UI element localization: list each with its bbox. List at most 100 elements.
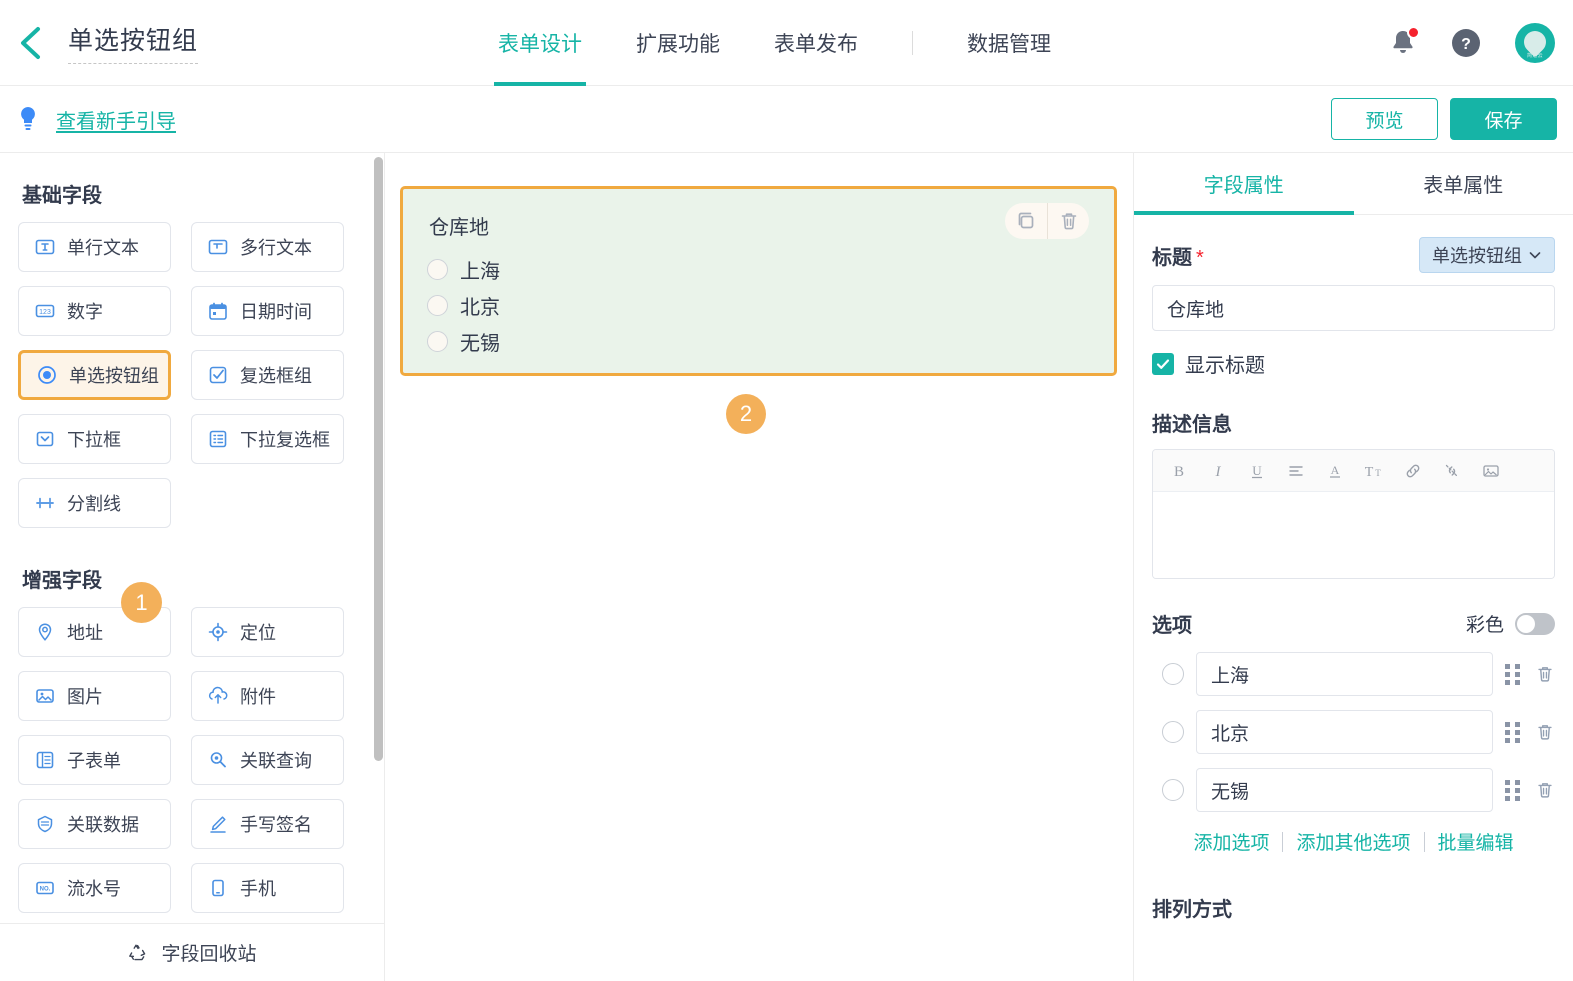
field-recycle-bin-button[interactable]: 字段回收站: [0, 923, 384, 981]
option-radio-icon[interactable]: [1162, 779, 1184, 801]
field-datetime[interactable]: 日期时间: [191, 286, 344, 336]
field-link-data[interactable]: 关联数据: [18, 799, 171, 849]
field-card-options: 上海 北京 无锡: [427, 251, 1114, 359]
field-single-line-text[interactable]: 单行文本: [18, 222, 171, 272]
recycle-bin-icon: [127, 942, 149, 964]
show-title-label: 显示标题: [1185, 349, 1265, 378]
svg-text:A: A: [1330, 463, 1339, 477]
unlink-icon[interactable]: [1432, 450, 1471, 492]
add-other-option-link[interactable]: 添加其他选项: [1296, 828, 1410, 855]
delete-field-button[interactable]: [1047, 203, 1089, 239]
tab-form-properties[interactable]: 表单属性: [1354, 153, 1573, 214]
preview-button[interactable]: 预览: [1331, 98, 1438, 140]
field-type-dropdown[interactable]: 单选按钮组: [1419, 237, 1555, 273]
radio-circle-icon[interactable]: [427, 295, 448, 316]
add-option-link[interactable]: 添加选项: [1193, 828, 1269, 855]
field-divider[interactable]: 分割线: [18, 478, 171, 528]
canvas-radio-option[interactable]: 上海: [427, 251, 1114, 287]
form-field-card[interactable]: 仓库地 上海 北京 无锡: [400, 186, 1117, 376]
field-dropdown[interactable]: 下拉框: [18, 414, 171, 464]
show-title-checkbox[interactable]: [1152, 353, 1174, 375]
notifications-button[interactable]: [1389, 28, 1417, 58]
underline-icon[interactable]: U: [1237, 450, 1276, 492]
canvas-radio-option[interactable]: 无锡: [427, 323, 1114, 359]
color-toggle[interactable]: [1515, 613, 1555, 635]
field-mobile-phone[interactable]: 手机: [191, 863, 344, 913]
field-label: 数字: [67, 298, 103, 324]
italic-icon[interactable]: I: [1198, 450, 1237, 492]
radio-circle-icon[interactable]: [427, 331, 448, 352]
field-multi-line-text[interactable]: 多行文本: [191, 222, 344, 272]
drag-handle-icon[interactable]: [1505, 722, 1523, 743]
field-signature[interactable]: 手写签名: [191, 799, 344, 849]
subbar-actions: 预览 保存: [1331, 98, 1557, 140]
insert-image-icon[interactable]: [1471, 450, 1510, 492]
field-number[interactable]: 123 数字: [18, 286, 171, 336]
link-icon[interactable]: [1393, 450, 1432, 492]
annotation-badge-2: 2: [726, 394, 766, 434]
signature-pen-icon: [207, 813, 229, 835]
avatar[interactable]: 简道云: [1515, 23, 1555, 63]
title-label-text: 标题: [1152, 247, 1192, 269]
align-left-icon[interactable]: [1276, 450, 1315, 492]
field-geolocation[interactable]: 定位: [191, 607, 344, 657]
drag-handle-icon[interactable]: [1505, 780, 1523, 801]
field-image[interactable]: 图片: [18, 671, 171, 721]
field-radio-group[interactable]: 单选按钮组: [18, 350, 171, 400]
notification-badge: [1407, 26, 1420, 39]
option-input[interactable]: 无锡: [1196, 768, 1493, 812]
tab-data-management[interactable]: 数据管理: [967, 0, 1051, 86]
field-attachment[interactable]: 附件: [191, 671, 344, 721]
svg-text:T: T: [1364, 465, 1373, 480]
option-input[interactable]: 上海: [1196, 652, 1493, 696]
font-color-icon[interactable]: A: [1315, 450, 1354, 492]
tab-extensions[interactable]: 扩展功能: [636, 0, 720, 86]
chevron-left-icon: [17, 26, 43, 60]
main-body: 基础字段 单行文本 多行文本 123: [0, 153, 1573, 981]
back-button[interactable]: [0, 0, 60, 86]
field-dropdown-multi[interactable]: 下拉复选框: [191, 414, 344, 464]
canvas-radio-option[interactable]: 北京: [427, 287, 1114, 323]
page-title[interactable]: 单选按钮组: [68, 21, 198, 64]
show-title-checkbox-row[interactable]: 显示标题: [1152, 349, 1555, 378]
tab-field-properties[interactable]: 字段属性: [1134, 153, 1354, 214]
sidebar-scrollbar[interactable]: [371, 153, 385, 923]
font-size-icon[interactable]: TT: [1354, 450, 1393, 492]
drag-handle-icon[interactable]: [1505, 664, 1523, 685]
title-input[interactable]: 仓库地: [1152, 285, 1555, 331]
radio-circle-icon[interactable]: [427, 259, 448, 280]
bold-icon[interactable]: B: [1159, 450, 1198, 492]
copy-field-button[interactable]: [1005, 203, 1047, 239]
field-checkbox-group[interactable]: 复选框组: [191, 350, 344, 400]
delete-option-button[interactable]: [1535, 664, 1555, 684]
sub-toolbar: 查看新手引导 预览 保存: [0, 86, 1573, 153]
svg-text:I: I: [1214, 464, 1221, 480]
beginner-guide-link[interactable]: 查看新手引导: [17, 105, 176, 134]
option-radio-icon[interactable]: [1162, 663, 1184, 685]
help-button[interactable]: ?: [1451, 28, 1481, 58]
field-serial-number[interactable]: NO. 流水号: [18, 863, 171, 913]
save-button[interactable]: 保存: [1450, 98, 1557, 140]
field-link-query[interactable]: 关联查询: [191, 735, 344, 785]
field-label: 分割线: [67, 490, 121, 516]
svg-text:T: T: [1375, 468, 1381, 478]
option-input[interactable]: 北京: [1196, 710, 1493, 754]
description-textarea[interactable]: [1153, 492, 1554, 578]
form-canvas[interactable]: 仓库地 上海 北京 无锡: [385, 153, 1133, 981]
batch-edit-link[interactable]: 批量编辑: [1438, 828, 1514, 855]
action-divider: [1282, 832, 1283, 852]
field-subform[interactable]: 子表单: [18, 735, 171, 785]
editor-toolbar: B I U A TT: [1153, 450, 1554, 492]
sidebar-scrollbar-thumb[interactable]: [374, 157, 383, 761]
tab-form-design[interactable]: 表单设计: [498, 0, 582, 86]
option-radio-icon[interactable]: [1162, 721, 1184, 743]
tab-form-publish[interactable]: 表单发布: [774, 0, 858, 86]
color-toggle-wrap[interactable]: 彩色: [1466, 610, 1555, 637]
image-icon: [34, 685, 56, 707]
description-label: 描述信息: [1152, 408, 1555, 437]
options-label: 选项: [1152, 609, 1192, 638]
delete-option-button[interactable]: [1535, 780, 1555, 800]
nav-divider: [912, 31, 913, 55]
delete-option-button[interactable]: [1535, 722, 1555, 742]
check-icon: [1155, 356, 1171, 372]
